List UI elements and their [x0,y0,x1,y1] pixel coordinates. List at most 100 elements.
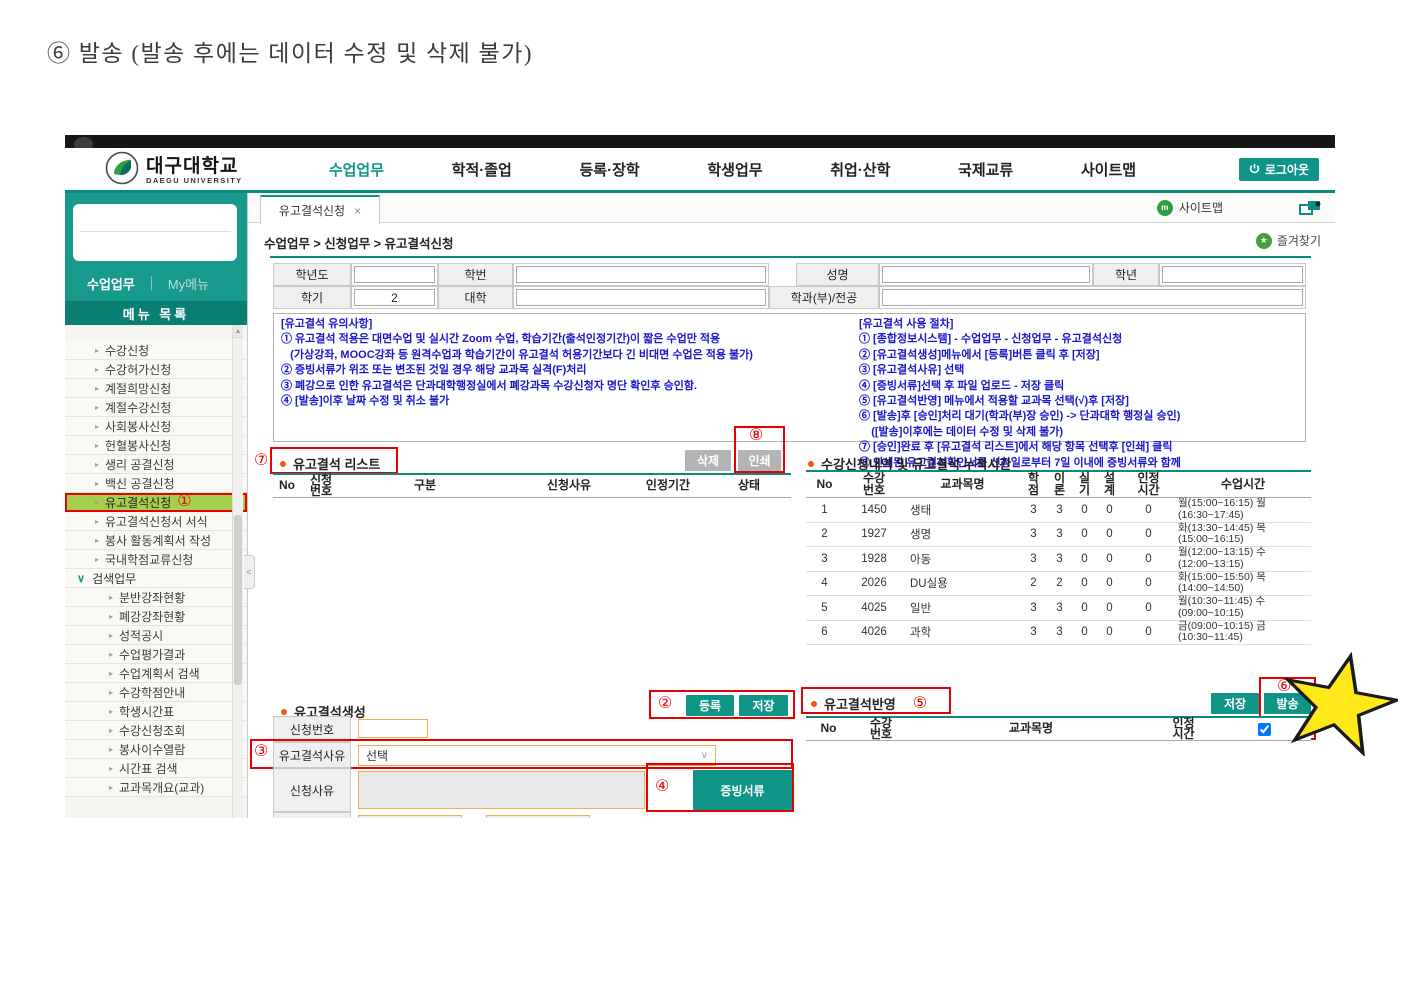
sidebar-group-search[interactable]: ∨검색업무 [65,569,247,588]
notice-box: [유고결석 유의사항]① 유고결석 적용은 대면수업 및 실시간 Zoom 수업… [273,313,1306,442]
application-no-input[interactable] [358,719,428,738]
favorites-button[interactable]: ★ 즐겨찾기 [1256,232,1321,249]
main-nav-item[interactable]: 등록·장학 [580,159,640,180]
course-cell: 3 [1020,596,1047,620]
sidebar-item-label: 학생시간표 [119,703,174,720]
main-nav-item[interactable]: 학적·졸업 [452,159,512,180]
course-cell: 0 [1097,596,1122,620]
evidence-button[interactable]: 증빙서류 [693,770,792,810]
university-logo[interactable]: 대구대학교 DAEGU UNIVERSITY [105,151,243,190]
sidebar-item[interactable]: ▸계절수강신청 [65,398,247,417]
column-header: 신청 번호 [301,475,341,497]
period-end-input[interactable] [486,815,590,818]
sidebar-tab-work[interactable]: 수업업무 [87,274,135,293]
department-input[interactable] [882,289,1303,306]
breadcrumb-bar: 수업업무 > 신청업무 > 유고결석신청 ★ 즐겨찾기 [248,223,1335,256]
main-nav-item[interactable]: 사이트맵 [1081,159,1136,180]
column-header: 상태 [707,475,791,497]
app-window: 대구대학교 DAEGU UNIVERSITY 수업업무 학적·졸업 등록·장학 학생업… [65,135,1335,818]
sitemap-label: 사이트맵 [1179,199,1223,216]
main-nav: 수업업무 학적·졸업 등록·장학 학생업무 취업·산학 국제교류 사이트맵 [295,148,1170,190]
notice-line: ① 유고결석 적용은 대면수업 및 실시간 Zoom 수업, 학습기간(출석인정… [281,332,853,347]
sidebar-item[interactable]: ▸학생시간표 [65,702,247,721]
course-cell: 2 [1047,572,1072,596]
column-header: 교과목명 [905,472,1020,497]
sidebar-item[interactable]: ▸헌혈봉사신청 [65,436,247,455]
power-icon [1249,163,1260,177]
application-reason-label: 신청사유 [273,768,351,812]
sidebar-item[interactable]: ▸교과목개요(교과) [65,778,247,797]
apply-section-title-label: 유고결석반영 [824,694,896,713]
column-header: No [806,718,851,740]
student-no-input[interactable] [516,266,766,283]
course-cell: 1928 [843,547,905,571]
course-cell: 화(13:30~14:45) 목(15:00~16:15) [1175,523,1311,547]
sitemap-link[interactable]: m 사이트맵 [1157,199,1223,216]
grade-input[interactable] [1162,266,1303,283]
sidebar-item[interactable]: ▸생리 공결신청 [65,455,247,474]
sidebar-item[interactable]: ▸성적공시 [65,626,247,645]
sidebar-item[interactable]: ▸유고결석신청서 서식 [65,512,247,531]
scrollbar-thumb[interactable] [234,515,242,685]
sidebar-item[interactable]: ▸분반강좌현황 [65,588,247,607]
sidebar-item[interactable]: ▸수강신청조회 [65,721,247,740]
main-nav-item[interactable]: 수업업무 [329,159,384,180]
sidebar-item[interactable]: ▸시간표 검색 [65,759,247,778]
sidebar-item[interactable]: ▸사회봉사신청 [65,417,247,436]
sidebar-item-label: 봉사이수열람 [119,741,185,758]
course-cell: 일반 [905,596,1020,620]
tab-absence-application[interactable]: 유고결석신청 × [260,195,380,224]
sidebar-item-label: 시간표 검색 [119,760,178,777]
create-save-button[interactable]: 저장 [739,695,788,716]
course-cell: 0 [1122,498,1175,522]
course-cell: 2 [806,523,843,547]
main-nav-item[interactable]: 학생업무 [707,159,762,180]
sidebar-item[interactable]: ▸수업평가결과 [65,645,247,664]
sidebar-collapse-handle[interactable]: < [244,555,255,589]
sidebar-scrollbar[interactable]: ▲ [232,325,243,818]
sidebar-item[interactable]: ▸폐강강좌현황 [65,607,247,626]
course-cell: 3 [1047,547,1072,571]
college-input[interactable] [516,289,766,306]
main-nav-item[interactable]: 국제교류 [958,159,1013,180]
scroll-up-arrow-icon[interactable]: ▲ [233,325,243,338]
absence-list-header-row: No신청 번호구분신청사유인정기간상태 [273,473,791,498]
sidebar-item[interactable]: ▸계절희망신청 [65,379,247,398]
sidebar-item[interactable]: ▸국내학점교류신청 [65,550,247,569]
sidebar-item[interactable]: ▸유고결석신청① [65,493,247,512]
sidebar-item[interactable]: ▸봉사 활동계획서 작성 [65,531,247,550]
notice-line: ③ [유고결석사유] 선택 [859,363,1304,378]
course-cell: DU실용 [905,572,1020,596]
sidebar-item[interactable]: ▸수강신청 [65,341,247,360]
course-cell: 0 [1072,547,1097,571]
windows-icon[interactable] [1299,200,1321,221]
bullet-icon [280,461,286,467]
course-cell: 3 [1020,547,1047,571]
course-row: 31928아동33000월(12:00~13:15) 수(12:00~13:15… [806,547,1311,572]
sidebar-item[interactable]: ▸수강허가신청 [65,360,247,379]
main-nav-item[interactable]: 취업·산학 [830,159,890,180]
university-emblem-icon [105,151,139,190]
logout-button[interactable]: 로그아웃 [1239,158,1319,181]
sidebar-item[interactable]: ▸봉사이수열람 [65,740,247,759]
apply-save-button[interactable]: 저장 [1211,693,1259,714]
menu-list-header: 메뉴 목록 [65,301,247,325]
sidebar-tab-mymenu[interactable]: My메뉴 [168,274,209,293]
application-reason-textarea[interactable] [358,771,645,809]
semester-value: 2 [354,289,435,306]
triangle-icon: ▸ [95,498,99,507]
year-input[interactable] [354,266,435,283]
period-start-input[interactable] [358,815,462,818]
sidebar-item[interactable]: ▸백신 공결신청 [65,474,247,493]
sidebar-item-label: 교과목개요(교과) [119,779,204,796]
sidebar-tab-divider [151,276,152,291]
register-button[interactable]: 등록 [686,695,734,716]
delete-button[interactable]: 삭제 [685,450,731,471]
tab-close-icon[interactable]: × [354,204,361,218]
triangle-icon: ▸ [95,460,99,469]
notice-line: ③ 폐강으로 인한 유고결석은 단과대학행정실에서 폐강과목 수강신청자 명단 … [281,379,853,394]
select-all-checkbox[interactable] [1258,723,1271,736]
sidebar-item[interactable]: ▸수업계획서 검색 [65,664,247,683]
name-input[interactable] [882,266,1090,283]
sidebar-item[interactable]: ▸수강학점안내 [65,683,247,702]
